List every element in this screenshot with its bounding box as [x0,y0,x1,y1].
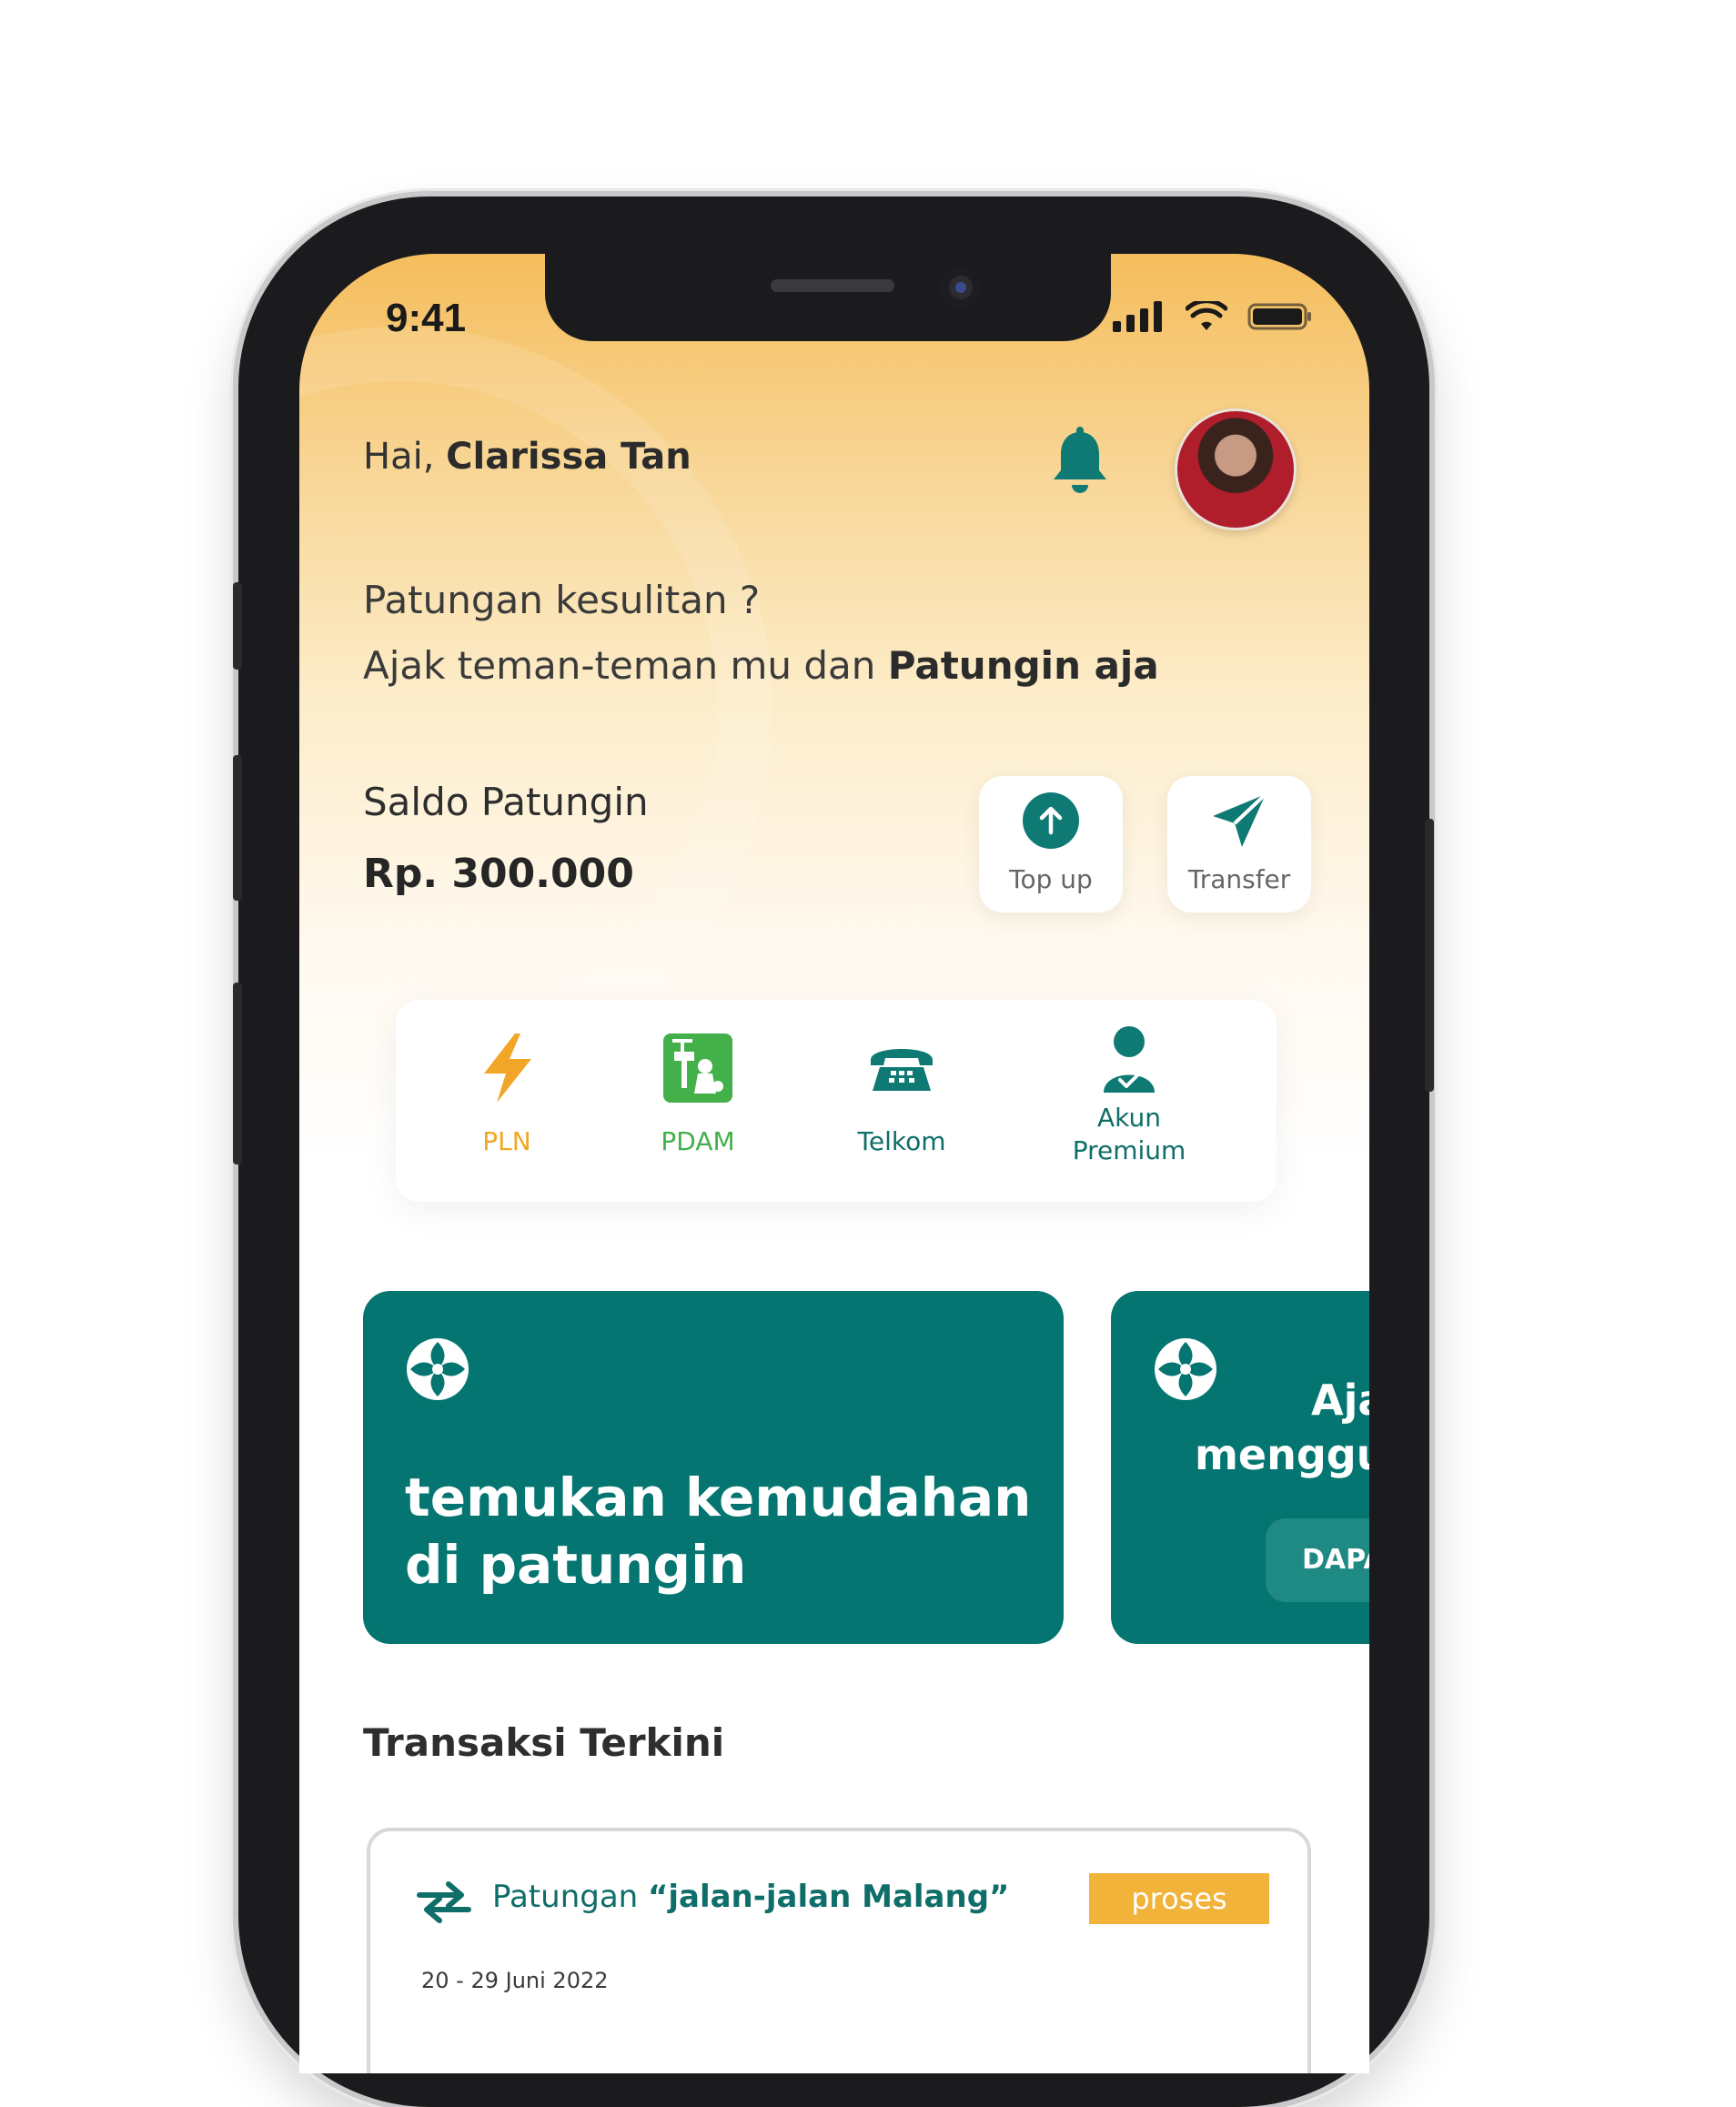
water-tap-icon [663,1033,732,1103]
balance-value: Rp. 300.000 [363,851,634,897]
signal-icon [1113,301,1162,332]
send-icon [1213,792,1267,847]
volume-up-button [233,755,242,901]
service-pln[interactable]: PLN [416,1027,598,1158]
promo-cta-button[interactable]: DAPAT [1266,1518,1369,1602]
promo-text-line1: temukan kemudahan [405,1467,1032,1528]
transaction-card[interactable]: Patungan “jalan-jalan Malang” proses 20 … [367,1828,1311,2073]
promo-text-line2: di patungin [405,1534,747,1596]
app-screen: 9:41 Hai, Clarissa Tan Patungan kesulita… [299,254,1369,2073]
transaction-title-prefix: Patungan [492,1879,649,1915]
notch [545,254,1111,341]
volume-down-button [233,983,242,1164]
topup-label: Top up [1009,864,1093,894]
promo-text-line2: menggu [1195,1430,1369,1479]
service-akun-premium[interactable]: Akun Premium [1038,1025,1220,1167]
promo-text: Aja menggu [1195,1373,1369,1482]
service-telkom[interactable]: Telkom [811,1027,993,1158]
arrow-up-circle-icon [1023,792,1079,849]
tagline-line1: Patungan kesulitan ? [363,578,761,622]
topup-button[interactable]: Top up [979,776,1123,912]
services-panel: PLN PDAM Telkom Akun Premium [396,1000,1277,1202]
power-button [1425,819,1434,1092]
service-label: PLN [482,1126,531,1156]
user-name: Clarissa Tan [446,436,691,478]
transaction-title-name: “jalan-jalan Malang” [648,1879,1010,1915]
patungin-logo-icon [407,1338,469,1400]
avatar[interactable] [1175,408,1297,530]
service-pdam[interactable]: PDAM [607,1027,789,1158]
service-label: PDAM [661,1126,735,1156]
balance-label: Saldo Patungin [363,780,649,824]
user-check-icon [1104,1026,1155,1093]
transaction-date: 20 - 29 Juni 2022 [421,1968,609,1993]
swap-arrows-icon [417,1881,471,1923]
recent-transactions-title: Transaksi Terkini [363,1720,725,1765]
tagline-line2: Ajak teman-teman mu dan Patungin aja [363,633,1159,699]
status-badge: proses [1089,1873,1269,1924]
greeting: Hai, Clarissa Tan [363,436,691,478]
speaker [771,279,894,292]
tagline-line2-bold: Patungin aja [887,643,1159,688]
lightning-icon [484,1033,531,1103]
mute-switch [233,582,242,670]
promo-card[interactable]: temukan kemudahan di patungin [363,1291,1064,1644]
battery-icon [1247,303,1311,330]
telephone-icon [871,1049,933,1091]
tagline-line2-prefix: Ajak teman-teman mu dan [363,643,888,688]
service-label: Telkom [857,1126,946,1156]
transaction-title: Patungan “jalan-jalan Malang” [492,1879,1009,1915]
wifi-icon [1186,301,1227,330]
promo-card[interactable]: Aja menggu DAPAT [1111,1291,1369,1644]
patungin-logo-icon [1155,1338,1216,1400]
tagline: Patungan kesulitan ? Ajak teman-teman mu… [363,568,1159,699]
transfer-label: Transfer [1187,864,1291,894]
status-time: 9:41 [386,296,467,340]
status-icons [1113,301,1313,332]
notification-bell-icon[interactable] [1050,427,1110,496]
greeting-prefix: Hai, [363,436,447,478]
promo-text-line1: Aja [1311,1376,1369,1425]
transfer-button[interactable]: Transfer [1167,776,1311,912]
promo-text: temukan kemudahan di patungin [405,1464,1031,1598]
front-camera [940,267,982,308]
service-label: Akun Premium [1072,1103,1186,1165]
